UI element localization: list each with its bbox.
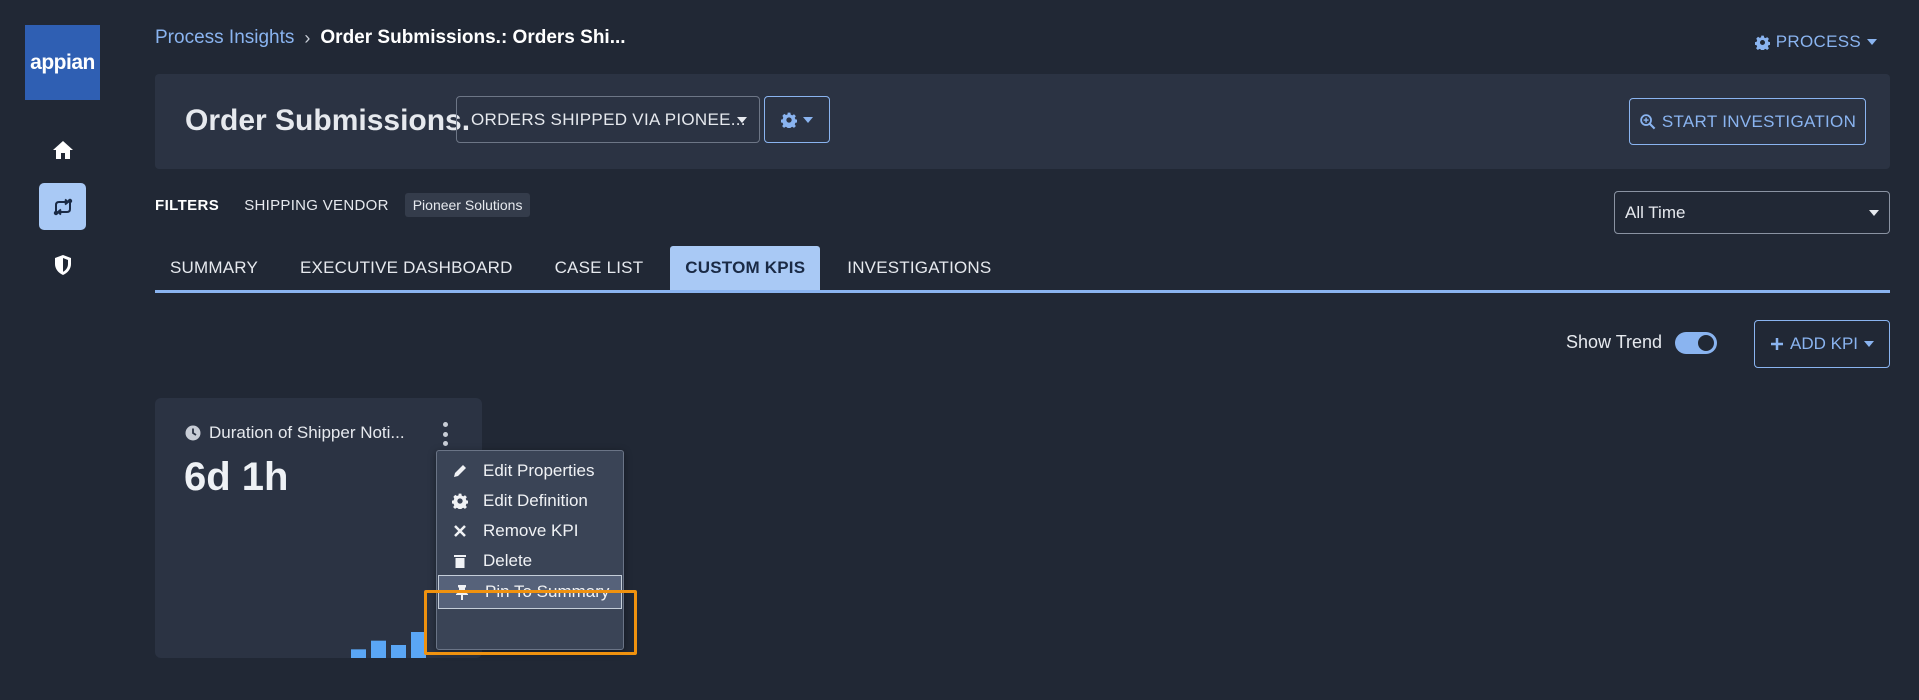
filter-value-chip[interactable]: Pioneer Solutions <box>404 193 531 217</box>
caret-down-icon <box>737 117 747 123</box>
trend-bar <box>371 640 386 658</box>
menu-item-label: Remove KPI <box>483 521 579 540</box>
menu-item-label: Edit Definition <box>483 491 588 510</box>
filter-key: SHIPPING VENDOR <box>244 196 389 214</box>
breadcrumb-process-insights-link[interactable]: Process Insights <box>155 27 294 49</box>
tab-custom-kpis[interactable]: CUSTOM KPIS <box>670 246 821 290</box>
search-plus-icon <box>1640 114 1656 130</box>
menu-item-label: Pin To Summary <box>485 582 610 601</box>
kpi-card[interactable]: Duration of Shipper Noti... 6d 1h <box>155 398 482 658</box>
tab-bar: SUMMARY EXECUTIVE DASHBOARD CASE LIST CU… <box>155 246 1890 293</box>
kpi-card-value: 6d 1h <box>184 455 289 499</box>
process-icon <box>53 198 72 215</box>
view-select-value: ORDERS SHIPPED VIA PIONEE... <box>471 109 746 129</box>
gear-icon <box>451 493 469 509</box>
show-trend-label: Show Trend <box>1566 332 1663 352</box>
kpi-card-title: Duration of Shipper Noti... <box>209 423 405 442</box>
filters-bar: FILTERS SHIPPING VENDOR Pioneer Solution… <box>155 193 531 217</box>
kpi-more-options-icon[interactable] <box>440 422 450 446</box>
trend-bar <box>411 632 426 658</box>
menu-item-remove-kpi[interactable]: Remove KPI <box>437 514 623 548</box>
pin-icon <box>453 584 471 600</box>
logo-text: appian <box>30 50 95 74</box>
menu-item-pin-to-summary[interactable]: Pin To Summary <box>438 575 622 609</box>
tab-investigations[interactable]: INVESTIGATIONS <box>832 246 1006 290</box>
show-trend-toggle[interactable] <box>1675 332 1717 354</box>
shield-icon <box>54 254 71 275</box>
toggle-knob <box>1696 333 1716 353</box>
caret-down-icon <box>1864 341 1875 347</box>
filters-label: FILTERS <box>155 196 220 214</box>
add-kpi-label: ADD KPI <box>1789 334 1859 353</box>
menu-item-label: Edit Properties <box>483 461 595 480</box>
breadcrumb: Process Insights › Order Submissions.: O… <box>155 27 626 49</box>
tab-summary[interactable]: SUMMARY <box>155 246 273 290</box>
kpi-card-header: Duration of Shipper Noti... <box>185 423 405 443</box>
rail-shield-button[interactable] <box>39 241 86 288</box>
home-icon <box>52 140 73 159</box>
start-investigation-button[interactable]: START INVESTIGATION <box>1629 98 1866 145</box>
process-menu-label: PROCESS <box>1775 32 1861 51</box>
menu-item-edit-properties[interactable]: Edit Properties <box>437 454 623 488</box>
rail-process-button[interactable] <box>39 183 86 230</box>
trend-bar <box>391 645 406 658</box>
trend-bar <box>351 649 366 658</box>
menu-item-edit-definition[interactable]: Edit Definition <box>437 484 623 518</box>
view-settings-button[interactable] <box>764 96 830 143</box>
menu-item-label: Delete <box>483 551 533 570</box>
header-panel: Order Submissions. ORDERS SHIPPED VIA PI… <box>155 74 1890 169</box>
menu-item-delete[interactable]: Delete <box>437 544 623 578</box>
x-icon <box>451 524 469 538</box>
rail-home-button[interactable] <box>39 126 86 173</box>
tab-case-list[interactable]: CASE LIST <box>540 246 659 290</box>
gear-icon <box>781 112 797 128</box>
clock-icon <box>185 425 201 441</box>
process-menu-button[interactable]: PROCESS <box>1754 32 1877 52</box>
time-range-dropdown[interactable]: All Time <box>1614 191 1890 234</box>
caret-down-icon <box>803 116 813 123</box>
page-title: Order Submissions. <box>185 104 471 137</box>
tab-executive-dashboard[interactable]: EXECUTIVE DASHBOARD <box>285 246 528 290</box>
caret-down-icon <box>1867 39 1877 45</box>
add-kpi-button[interactable]: ADD KPI <box>1754 320 1890 368</box>
trash-icon <box>451 553 469 569</box>
appian-logo[interactable]: appian <box>25 25 100 100</box>
start-investigation-label: START INVESTIGATION <box>1661 111 1857 131</box>
pencil-icon <box>451 463 469 479</box>
time-range-value: All Time <box>1625 202 1686 222</box>
view-select-dropdown[interactable]: ORDERS SHIPPED VIA PIONEE... <box>456 96 760 143</box>
breadcrumb-current: Order Submissions.: Orders Shi... <box>320 27 626 48</box>
breadcrumb-separator: › <box>304 27 311 48</box>
gear-icon <box>1754 35 1770 50</box>
plus-icon <box>1770 338 1783 350</box>
left-rail: appian <box>0 0 126 700</box>
kpi-context-menu: Edit Properties Edit Definition Remove KPI… <box>436 450 624 650</box>
caret-down-icon <box>1869 210 1879 216</box>
